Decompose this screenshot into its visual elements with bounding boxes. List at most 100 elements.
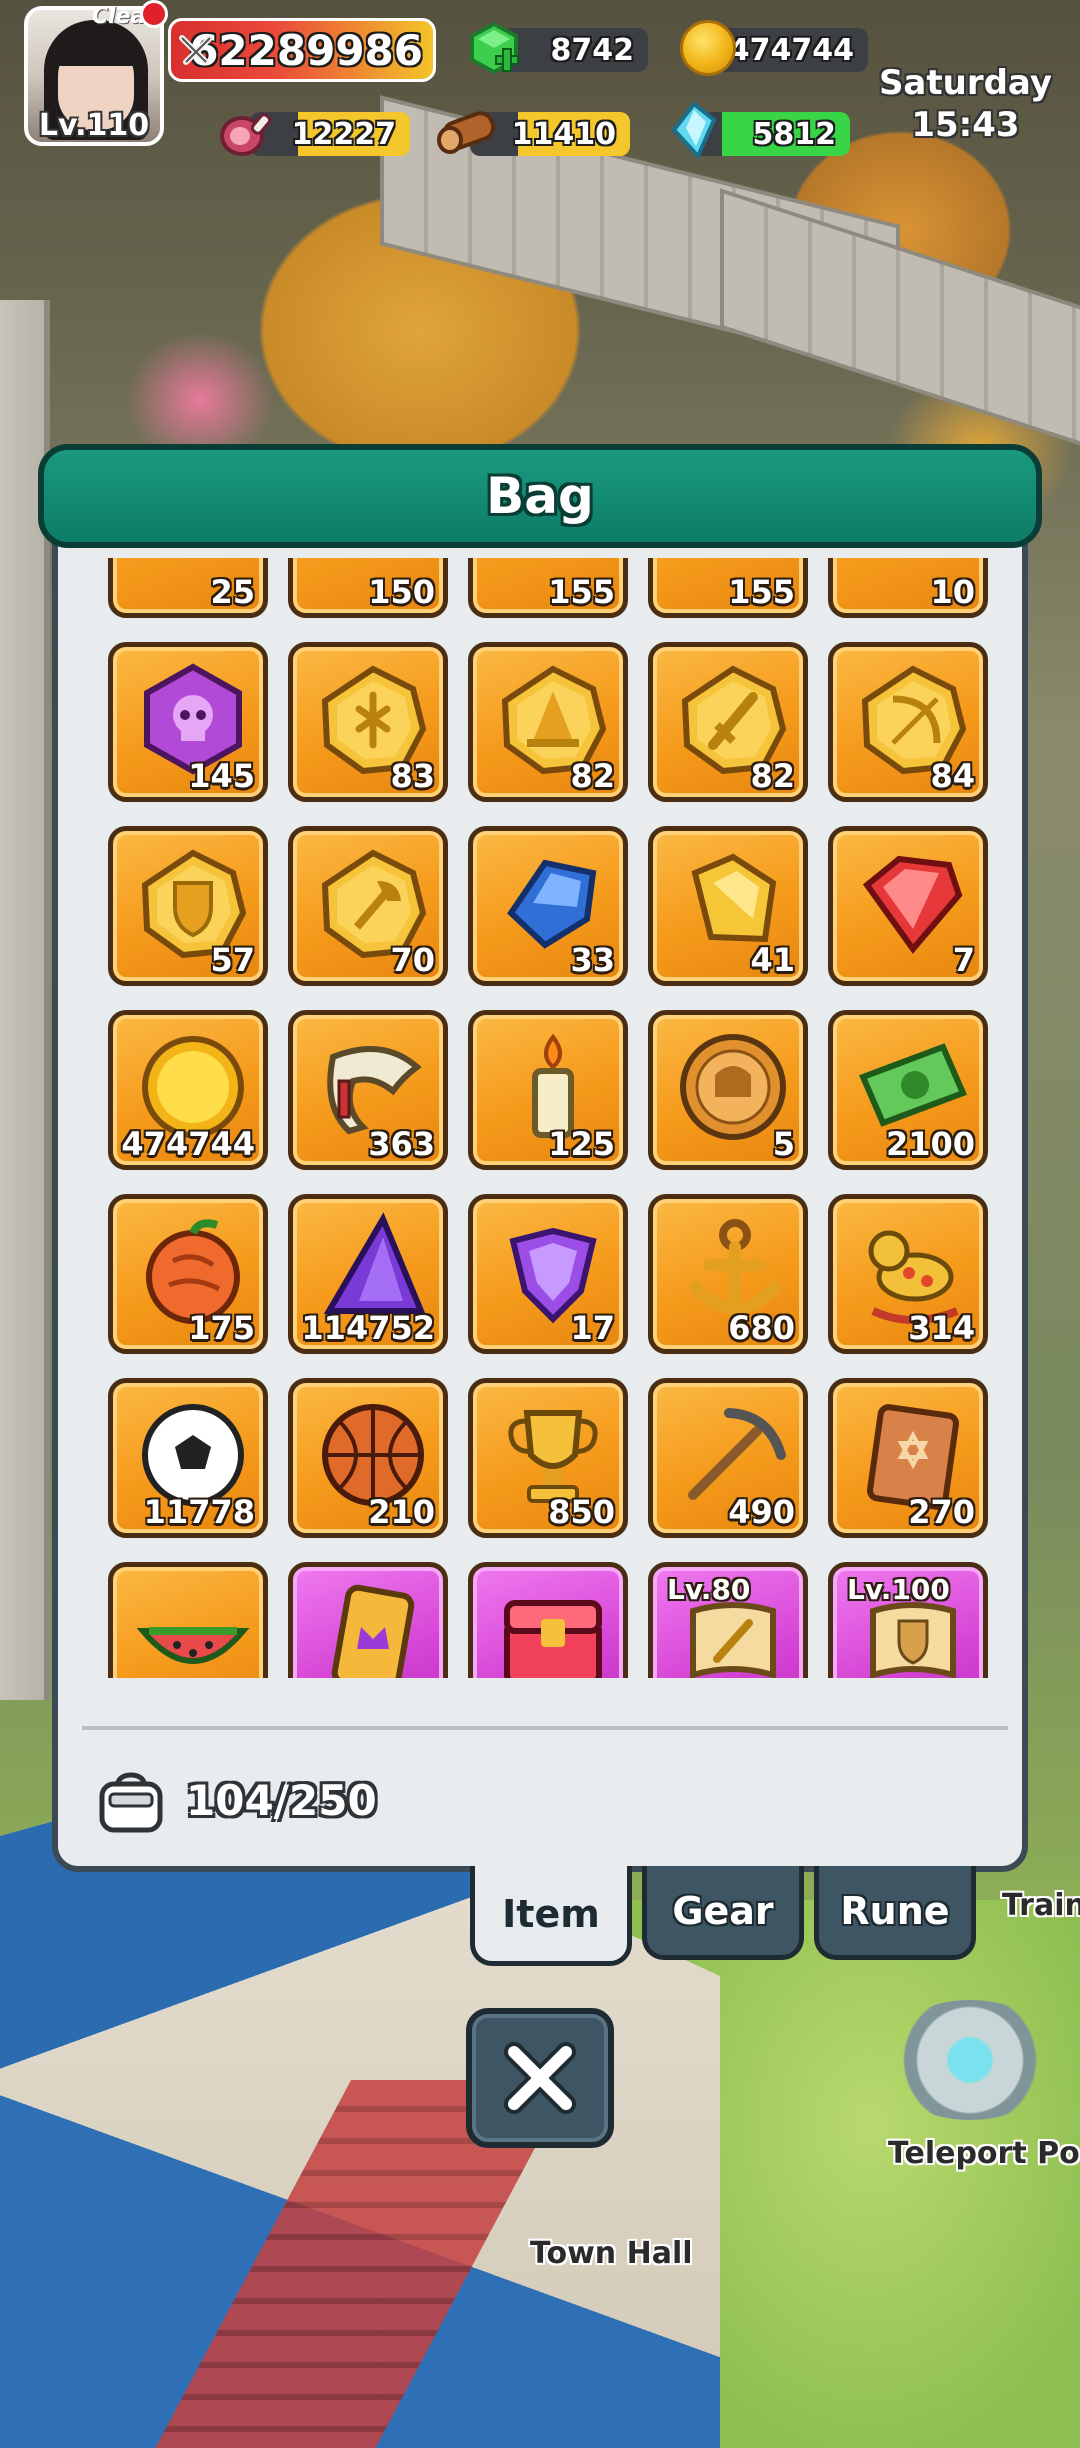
tab-gear[interactable]: Gear [642, 1866, 804, 1960]
watermelon-icon [136, 1627, 250, 1664]
green-gem-plus-icon[interactable] [466, 20, 522, 76]
tab-rune[interactable]: Rune [814, 1866, 976, 1960]
combat-power-value: 62289986 [189, 25, 423, 75]
bag-item-slot[interactable]: Lv.100 4 [828, 1562, 988, 1678]
player-level: Lv.110 [38, 108, 150, 143]
item-count: 145 [188, 757, 255, 795]
item-count: 850 [548, 1493, 615, 1531]
bag-item-slot[interactable]: 270 [828, 1378, 988, 1538]
crown-card-icon [331, 1584, 415, 1678]
bag-item-slot[interactable]: 82 [468, 642, 628, 802]
coin-value: 474744 [728, 32, 854, 68]
bag-item-slot[interactable]: 490 [648, 1378, 808, 1538]
item-count: 1 [773, 1677, 795, 1678]
teleport-point[interactable] [880, 2000, 1060, 2120]
bag-item-slot[interactable]: 155 [468, 558, 628, 618]
town-hall-label[interactable]: Town Hall [530, 2236, 693, 2271]
item-count: 210 [368, 1493, 435, 1531]
top-hud: Clea Lv.110 62289986 8742 474744 12227 1… [0, 0, 1080, 160]
item-count: 10 [930, 573, 975, 611]
bag-item-slot[interactable]: 10 [828, 558, 988, 618]
bag-item-slot[interactable]: 175 [108, 1194, 268, 1354]
bag-item-slot[interactable]: 41 [648, 826, 808, 986]
notification-dot [140, 0, 168, 28]
bag-item-slot[interactable]: 145 [108, 642, 268, 802]
item-count: 33 [570, 941, 615, 979]
bag-item-slot[interactable]: 363 [288, 1010, 448, 1170]
item-count: 175 [188, 1309, 255, 1347]
bag-title: Bag [486, 467, 594, 525]
clock-time: 15:43 [911, 105, 1020, 145]
item-count: 82 [750, 757, 795, 795]
divider [82, 1726, 1008, 1730]
bag-item-slot[interactable]: 125 [468, 1010, 628, 1170]
gold-coin-icon [680, 20, 736, 76]
item-count: 372 [188, 1677, 255, 1678]
item-count: 84 [930, 757, 975, 795]
bag-item-slot[interactable]: 15 [468, 1562, 628, 1678]
gem-value: 8742 [550, 32, 635, 68]
bag-item-slot[interactable]: Lv.80 1 [648, 1562, 808, 1678]
bag-item-slot[interactable]: 70 [288, 826, 448, 986]
item-count: 155 [548, 573, 615, 611]
bag-item-slot[interactable]: 372 [108, 1562, 268, 1678]
mystery-chest-icon [504, 1600, 602, 1678]
clock-day: Saturday [878, 63, 1052, 103]
wood-value: 11410 [511, 116, 616, 152]
wood-log-icon [437, 111, 496, 154]
bag-item-slot[interactable]: 84 [828, 642, 988, 802]
item-level: Lv.80 [667, 1573, 751, 1606]
item-count: 490 [728, 1493, 795, 1531]
bag-icon [99, 1772, 163, 1833]
bag-panel: 25 150 155 155 10 145 83 82 82 84 57 70 33 41 7 474744 3… [52, 520, 1028, 1872]
bag-item-slot[interactable]: 25 [108, 558, 268, 618]
bag-item-slot[interactable]: 57 [108, 826, 268, 986]
meat-value: 12227 [291, 116, 396, 152]
bag-item-slot[interactable]: 474744 [108, 1010, 268, 1170]
bag-item-slot[interactable]: 850 [468, 1378, 628, 1538]
player-name: Clea [92, 4, 146, 29]
bag-item-slot[interactable]: 150 [288, 558, 448, 618]
item-count: 270 [908, 1493, 975, 1531]
bag-item-slot[interactable]: 33 [468, 826, 628, 986]
tab-gear-label: Gear [672, 1888, 774, 1933]
bag-capacity: 104/250 [186, 1776, 377, 1825]
bag-item-slot[interactable]: 5 [648, 1010, 808, 1170]
item-count: 41 [750, 941, 795, 979]
bag-item-scroll[interactable]: 25 150 155 155 10 145 83 82 82 84 57 70 33 41 7 474744 3… [108, 558, 988, 1678]
bag-item-slot[interactable]: 60 [288, 1562, 448, 1678]
item-count: 150 [368, 573, 435, 611]
item-count: 25 [210, 573, 255, 611]
item-count: 4 [953, 1677, 975, 1678]
bag-item-slot[interactable]: 155 [648, 558, 808, 618]
item-count: 155 [728, 573, 795, 611]
close-button[interactable] [466, 2008, 614, 2148]
bag-item-slot[interactable]: 82 [648, 642, 808, 802]
bag-item-slot[interactable]: 680 [648, 1194, 808, 1354]
item-count: 114752 [301, 1309, 435, 1347]
meat-icon [220, 113, 272, 156]
train-label[interactable]: Train [1002, 1888, 1080, 1923]
bag-item-slot[interactable]: 7 [828, 826, 988, 986]
item-count: 17 [570, 1309, 615, 1347]
item-count: 314 [908, 1309, 975, 1347]
bag-item-grid: 25 150 155 155 10 145 83 82 82 84 57 70 33 41 7 474744 3… [108, 558, 988, 1678]
bag-item-slot[interactable]: 83 [288, 642, 448, 802]
bag-item-slot[interactable]: 11778 [108, 1378, 268, 1538]
gem-counter[interactable]: 8742 [500, 28, 648, 72]
bag-item-slot[interactable]: 2100 [828, 1010, 988, 1170]
tab-item[interactable]: Item [470, 1866, 632, 1966]
item-count: 60 [390, 1677, 435, 1678]
tab-rune-label: Rune [840, 1888, 950, 1933]
bag-item-slot[interactable]: 314 [828, 1194, 988, 1354]
bag-item-slot[interactable]: 114752 [288, 1194, 448, 1354]
bag-item-slot[interactable]: 17 [468, 1194, 628, 1354]
teleport-point-label[interactable]: Teleport Point [888, 2136, 1080, 2171]
bag-item-slot[interactable]: 210 [288, 1378, 448, 1538]
bag-title-bar: Bag [38, 444, 1042, 548]
item-count: 125 [548, 1125, 615, 1163]
item-count: 474744 [121, 1125, 255, 1163]
item-count: 83 [390, 757, 435, 795]
close-icon [504, 2042, 576, 2114]
item-count: 70 [390, 941, 435, 979]
